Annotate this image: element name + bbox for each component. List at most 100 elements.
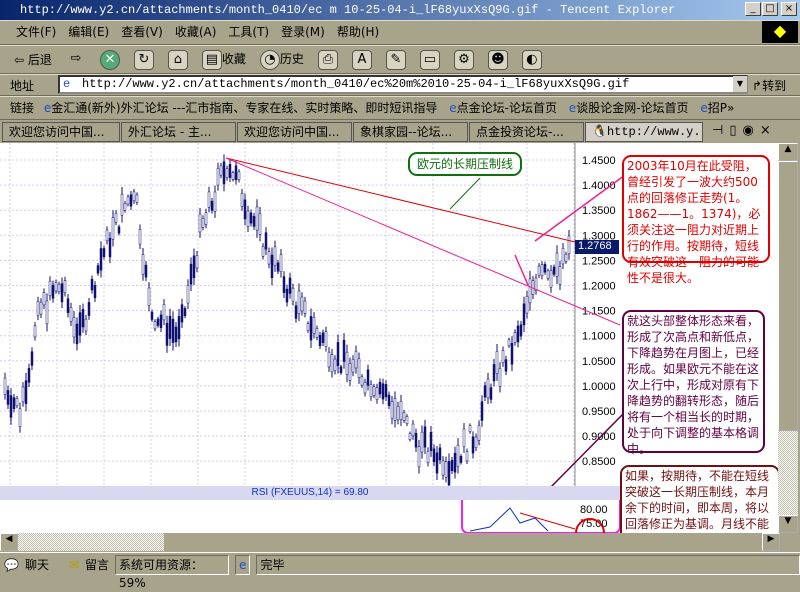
close-button[interactable]: × xyxy=(781,2,797,16)
address-dropdown[interactable]: ▼ xyxy=(733,76,747,92)
vertical-scrollbar[interactable]: ▲ ▼ xyxy=(778,143,798,533)
maximize-button[interactable]: □ xyxy=(762,2,778,16)
candle-body xyxy=(330,354,334,373)
scroll-down-button[interactable]: ▼ xyxy=(778,515,798,533)
tab[interactable]: 欢迎您访问中国... xyxy=(237,122,352,142)
candle-body xyxy=(567,235,571,255)
candle-body xyxy=(357,358,361,378)
candle-body xyxy=(489,387,493,400)
go-label: 转到 xyxy=(762,79,787,93)
qq-icon[interactable]: ☻ xyxy=(487,49,508,70)
page-icon[interactable]: ▯ xyxy=(729,123,742,138)
candle-body xyxy=(336,342,340,366)
candle-body xyxy=(552,266,556,275)
status-text: 完毕 xyxy=(256,554,800,575)
candle-body xyxy=(204,212,208,225)
menu-login[interactable]: 登录(M) xyxy=(281,25,325,39)
candle-body xyxy=(18,408,22,427)
menu-edit[interactable]: 编辑(E) xyxy=(68,25,109,39)
edit-icon[interactable]: ✎ xyxy=(385,49,406,70)
candle-body xyxy=(471,436,475,454)
candle-body xyxy=(81,309,85,328)
candle-body xyxy=(285,288,289,303)
minimize-button[interactable]: _ xyxy=(745,2,761,16)
menu-tools[interactable]: 工具(T) xyxy=(228,25,269,39)
candle-body xyxy=(201,218,205,228)
window-icon[interactable]: ▭ xyxy=(419,49,440,70)
candle-body xyxy=(66,298,70,313)
candle-body xyxy=(84,318,88,332)
candle-body xyxy=(78,312,82,336)
candle-body xyxy=(249,212,253,224)
refresh-icon[interactable]: ↻ xyxy=(133,49,154,70)
candle-body xyxy=(147,287,151,306)
candle-body xyxy=(507,339,511,347)
callout-pointer xyxy=(449,177,481,210)
note-head-pattern: 就这头部整体形态来看，形成了次高点和新低点，下降趋势在月图上，已经形成。如果欧元… xyxy=(622,310,765,456)
candle-body xyxy=(159,314,163,328)
link-item[interactable]: 点金论坛-论坛首页 xyxy=(457,101,557,115)
menu-file[interactable]: 文件(F) xyxy=(16,25,56,39)
home-icon[interactable]: ⌂ xyxy=(167,49,188,70)
candle-body xyxy=(105,229,109,242)
menu-favorites[interactable]: 收藏(A) xyxy=(175,25,217,39)
candle-body xyxy=(441,460,445,476)
candle-body xyxy=(390,401,394,419)
candle-body xyxy=(48,280,52,296)
print-icon[interactable]: ⎙ xyxy=(317,49,338,70)
back-button[interactable]: ⇦ 后退 xyxy=(14,51,52,68)
candle-body xyxy=(192,255,196,279)
horizontal-scroll-track[interactable] xyxy=(18,533,164,551)
candle-body xyxy=(264,232,268,250)
address-input[interactable]: e http://www.y2.cn/attachments/month_0410… xyxy=(58,75,748,94)
candle-body xyxy=(90,278,94,291)
candle-body xyxy=(261,246,265,257)
candle-body xyxy=(345,351,349,375)
status-bar: 💬 聊天 ✉ 留言 系统可用资源：59% e 完毕 xyxy=(0,552,800,590)
link-item[interactable]: 招P» xyxy=(708,101,735,115)
candle-body xyxy=(558,266,562,285)
candle-body xyxy=(120,193,124,216)
extra-icon[interactable]: ◐ xyxy=(521,49,542,70)
forward-icon[interactable]: ⇨ xyxy=(66,50,86,70)
pin-icon[interactable]: ⊣ xyxy=(712,123,729,138)
tab-active[interactable]: 🐧http://www.y... xyxy=(585,122,703,142)
history-button[interactable]: ◔ 历史 xyxy=(259,49,304,70)
candle-body xyxy=(393,398,397,421)
link-item[interactable]: 金汇通(新外)外汇论坛 ---汇市指南、专家在线、实时策略、即时短讯指导 xyxy=(51,101,437,115)
candle-body xyxy=(426,450,430,463)
candle-body xyxy=(312,317,316,334)
go-button[interactable]: ↱转到 xyxy=(752,77,786,94)
scroll-left-button[interactable]: ◀ xyxy=(0,533,18,551)
tab[interactable]: 点金投资论坛-... xyxy=(469,122,584,142)
link-item[interactable]: 谈股论金网-论坛首页 xyxy=(576,101,688,115)
candle-body xyxy=(414,432,418,448)
vertical-scroll-thumb[interactable] xyxy=(778,161,798,431)
candle-body xyxy=(324,331,328,347)
price-tick: 1.1000 xyxy=(582,331,616,343)
tools-icon[interactable]: ⚙ xyxy=(453,49,474,70)
candle-body xyxy=(465,451,469,462)
eye-icon[interactable]: ◉ xyxy=(742,123,759,138)
horizontal-scrollbar[interactable]: ◀ ▶ xyxy=(0,533,780,551)
menu-help[interactable]: 帮助(H) xyxy=(337,25,379,39)
favorites-button[interactable]: ▤ 收藏 xyxy=(201,49,246,70)
tab[interactable]: 象棋家园--论坛... xyxy=(353,122,468,142)
tab-controls[interactable]: ⊣▯◉× xyxy=(712,123,777,138)
candle-body xyxy=(315,328,319,338)
stop-icon[interactable]: ✕ xyxy=(99,49,120,70)
rsi-label: RSI (FXEUUS,14) = 69.80 xyxy=(251,487,369,498)
font-icon[interactable]: A xyxy=(351,49,372,70)
tab[interactable]: 欢迎您访问中国... xyxy=(2,122,120,142)
chat-icon: 💬 xyxy=(4,557,19,572)
candle-body xyxy=(102,248,106,257)
message-button[interactable]: 留言 xyxy=(85,556,109,573)
scroll-right-button[interactable]: ▶ xyxy=(762,533,780,551)
close-tab-icon[interactable]: × xyxy=(760,123,777,138)
menu-view[interactable]: 查看(V) xyxy=(121,25,163,39)
chat-button[interactable]: 聊天 xyxy=(25,556,49,573)
tab[interactable]: 外汇论坛 - 主... xyxy=(121,122,236,142)
candle-body xyxy=(219,165,223,176)
scroll-up-button[interactable]: ▲ xyxy=(778,143,798,161)
candle-body xyxy=(405,416,409,424)
